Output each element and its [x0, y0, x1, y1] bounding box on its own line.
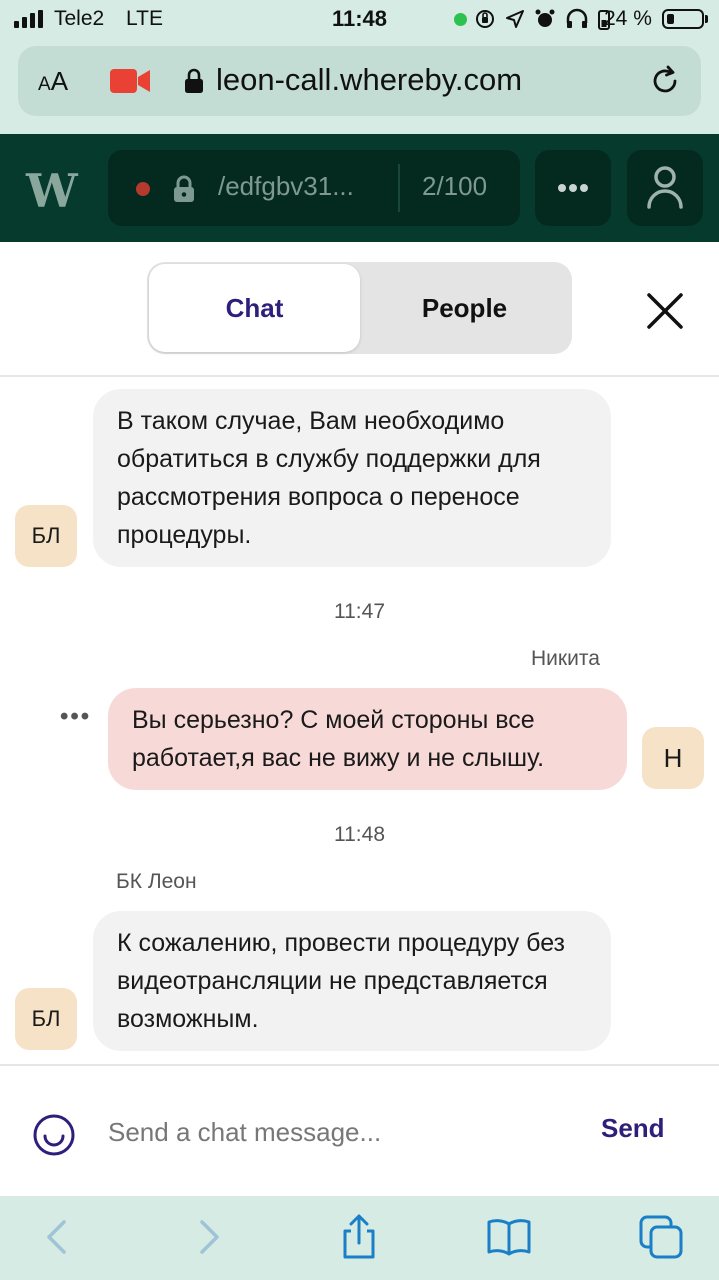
- page: Tele2 LTE 11:48 24 % AA leon-call.whereb…: [0, 0, 719, 1280]
- chat-message-input[interactable]: [108, 1110, 568, 1154]
- message-bubble: Вы серьезно? С моей стороны все работает…: [108, 688, 627, 790]
- avatar: БЛ: [15, 505, 77, 567]
- back-icon[interactable]: [34, 1214, 80, 1260]
- location-icon: [506, 10, 524, 28]
- app-header: W /edfgbv31... 2/100: [0, 134, 719, 242]
- alarm-icon: [535, 9, 555, 27]
- message-options-icon[interactable]: •••: [60, 703, 91, 731]
- message-list: В таком случае, Вам необходимо обратитьс…: [0, 377, 719, 1067]
- close-icon[interactable]: [644, 290, 686, 332]
- tab-people[interactable]: People: [359, 264, 570, 352]
- send-button[interactable]: Send: [601, 1113, 665, 1144]
- chat-panel: Chat People В таком случае, Вам необходи…: [0, 242, 719, 1196]
- lock-icon: [185, 68, 203, 93]
- ellipsis-icon: [558, 184, 588, 192]
- divider: [0, 1064, 719, 1066]
- share-icon[interactable]: [336, 1214, 382, 1260]
- emoji-icon[interactable]: [32, 1113, 76, 1157]
- message-bubble: К сожалению, провести процедуру без виде…: [93, 911, 611, 1051]
- status-icons: [474, 8, 610, 30]
- url-text[interactable]: leon-call.whereby.com: [216, 62, 522, 98]
- bookmarks-icon[interactable]: [486, 1214, 532, 1260]
- room-name: /edfgbv31...: [218, 171, 354, 201]
- address-bar[interactable]: AA leon-call.whereby.com: [18, 46, 701, 116]
- room-info[interactable]: /edfgbv31... 2/100: [108, 150, 520, 226]
- timestamp: 11:47: [334, 600, 385, 623]
- reload-icon[interactable]: [648, 64, 682, 98]
- status-bar: Tele2 LTE 11:48 24 %: [0, 0, 719, 38]
- recording-dot-icon: [136, 182, 150, 196]
- panel-tabs: Chat People: [147, 262, 572, 354]
- sender-name: БК Леон: [116, 870, 197, 893]
- battery-icon: [662, 9, 704, 29]
- sender-name: Никита: [531, 647, 600, 670]
- avatar: Н: [642, 727, 704, 789]
- timestamp: 11:48: [334, 823, 385, 846]
- browser-bar: AA leon-call.whereby.com: [0, 38, 719, 134]
- tabs-icon[interactable]: [638, 1214, 684, 1260]
- battery-percent: 24 %: [604, 7, 652, 30]
- participant-count: 2/100: [422, 171, 488, 201]
- text-size-button[interactable]: AA: [38, 66, 68, 97]
- message-bubble: В таком случае, Вам необходимо обратитьс…: [93, 389, 611, 567]
- tab-chat[interactable]: Chat: [149, 264, 360, 352]
- battery-cap: [705, 15, 708, 23]
- forward-icon[interactable]: [186, 1214, 232, 1260]
- user-icon: [647, 166, 683, 209]
- avatar: БЛ: [15, 988, 77, 1050]
- more-options-button[interactable]: [535, 150, 611, 226]
- divider: [398, 164, 400, 212]
- room-lock-icon: [174, 175, 194, 202]
- browser-toolbar: [0, 1196, 719, 1280]
- orientation-lock-icon: [476, 10, 494, 28]
- profile-button[interactable]: [627, 150, 703, 226]
- camera-active-icon[interactable]: [110, 67, 150, 95]
- headphones-icon: [566, 8, 588, 28]
- camera-in-use-dot: [454, 13, 467, 26]
- whereby-logo[interactable]: W: [26, 164, 78, 218]
